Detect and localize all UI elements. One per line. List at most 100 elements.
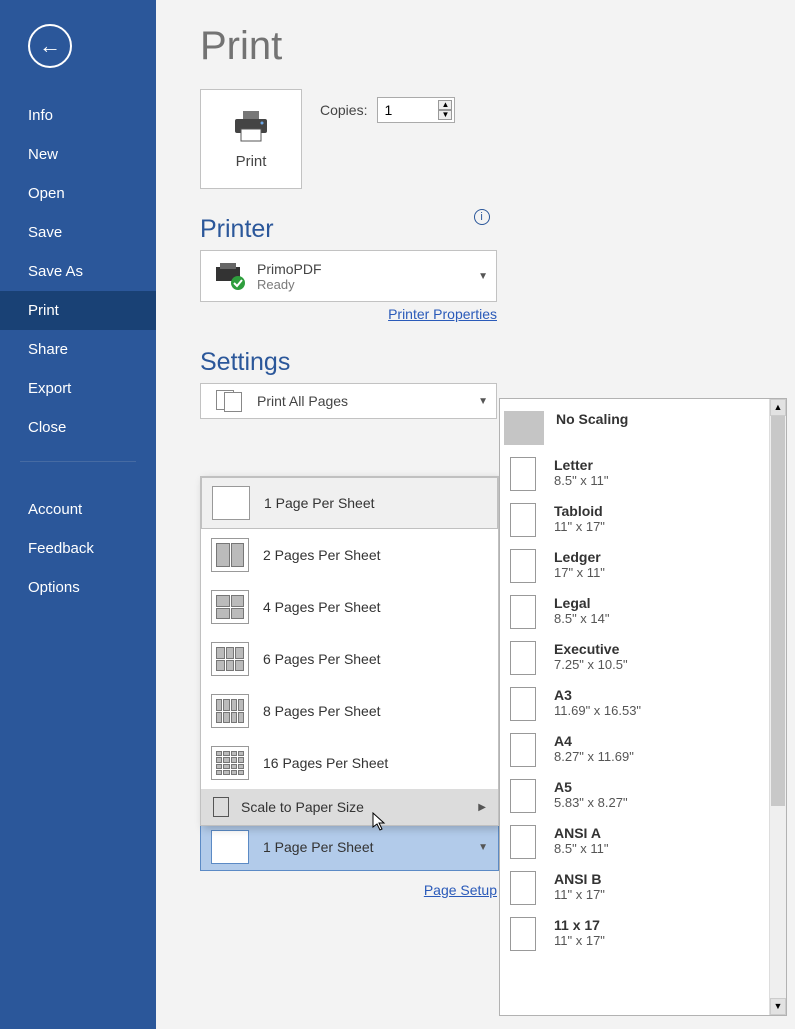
page-setup-link[interactable]: Page Setup [200,882,497,898]
pps-option[interactable]: 4 Pages Per Sheet [201,581,498,633]
nav-item-account[interactable]: Account [0,490,156,529]
pps-grid-icon [211,538,249,572]
copies-value: 1 [384,102,392,118]
paper-size-title: Letter [554,457,609,473]
pps-option-label: 6 Pages Per Sheet [263,651,381,667]
printer-icon [228,109,274,143]
paper-size-option[interactable]: Executive7.25" x 10.5" [500,635,769,681]
paper-size-title: A4 [554,733,634,749]
nav-item-share[interactable]: Share [0,330,156,369]
chevron-right-icon: ▶ [478,802,486,813]
paper-size-dimensions: 11" x 17" [554,887,605,902]
printer-properties-link[interactable]: Printer Properties [200,306,497,322]
copies-label: Copies: [320,102,367,118]
paper-size-option[interactable]: Tabloid11" x 17" [500,497,769,543]
print-what-label: Print All Pages [257,393,478,409]
paper-size-option[interactable]: A311.69" x 16.53" [500,681,769,727]
paper-size-dimensions: 5.83" x 8.27" [554,795,628,810]
arrow-left-icon: ← [39,33,61,59]
print-what-dropdown[interactable]: Print All Pages ▼ [200,383,497,419]
paper-size-title: Executive [554,641,628,657]
paper-size-option[interactable]: A55.83" x 8.27" [500,773,769,819]
pps-grid-icon [211,694,249,728]
paper-size-option[interactable]: Legal8.5" x 14" [500,589,769,635]
copies-input[interactable]: 1 ▲ ▼ [377,97,455,123]
paper-swatch-icon [510,871,536,905]
nav-divider [20,461,136,462]
copies-up-button[interactable]: ▲ [438,100,452,110]
paper-size-dimensions: 8.27" x 11.69" [554,749,634,764]
paper-size-title: Tabloid [554,503,605,519]
nav-item-info[interactable]: Info [0,96,156,135]
nav-item-save[interactable]: Save [0,213,156,252]
nav-item-open[interactable]: Open [0,174,156,213]
paper-size-dimensions: 8.5" x 11" [554,841,609,856]
back-button[interactable]: ← [28,24,72,68]
backstage-sidebar: ← InfoNewOpenSaveSave AsPrintShareExport… [0,0,156,1029]
paper-size-dimensions: 8.5" x 14" [554,611,610,626]
paper-size-option[interactable]: Ledger17" x 11" [500,543,769,589]
nav-item-options[interactable]: Options [0,568,156,607]
scale-to-paper-label: Scale to Paper Size [241,799,364,815]
paper-swatch-icon [510,595,536,629]
paper-size-option[interactable]: ANSI A8.5" x 11" [500,819,769,865]
paper-size-title: No Scaling [556,411,628,427]
paper-size-option[interactable]: No Scaling [500,405,769,451]
paper-size-option[interactable]: A48.27" x 11.69" [500,727,769,773]
nav-item-feedback[interactable]: Feedback [0,529,156,568]
pps-option[interactable]: 8 Pages Per Sheet [201,685,498,737]
paper-swatch-icon [510,503,536,537]
scroll-down-button[interactable]: ▼ [770,998,786,1015]
pps-option[interactable]: 2 Pages Per Sheet [201,529,498,581]
pps-option[interactable]: 6 Pages Per Sheet [201,633,498,685]
info-icon[interactable]: i [474,209,490,225]
pps-grid-icon [211,746,249,780]
printer-dropdown[interactable]: PrimoPDF Ready ▼ [200,250,497,302]
pps-option[interactable]: 16 Pages Per Sheet [201,737,498,789]
paper-size-title: A3 [554,687,641,703]
print-button[interactable]: Print [200,89,302,189]
paper-swatch-icon [510,825,536,859]
copies-down-button[interactable]: ▼ [438,110,452,120]
scroll-up-button[interactable]: ▲ [770,399,786,416]
paper-size-dimensions: 17" x 11" [554,565,605,580]
flyout-scrollbar[interactable]: ▲ ▼ [769,399,786,1015]
pps-grid-icon [211,642,249,676]
paper-swatch-icon [510,917,536,951]
pps-option-label: 2 Pages Per Sheet [263,547,381,563]
paper-swatch-icon [510,733,536,767]
paper-size-title: ANSI B [554,871,605,887]
paper-size-title: 11 x 17 [554,917,605,933]
printer-status: Ready [257,277,478,292]
paper-size-option[interactable]: 11 x 1711" x 17" [500,911,769,957]
nav-item-print[interactable]: Print [0,291,156,330]
printer-heading: Printer [200,215,274,244]
paper-size-option[interactable]: ANSI B11" x 17" [500,865,769,911]
paper-size-title: Ledger [554,549,605,565]
paper-size-dimensions: 11.69" x 16.53" [554,703,641,718]
pages-per-sheet-dropdown[interactable]: 1 Page Per Sheet ▼ [200,823,499,871]
paper-size-dimensions: 7.25" x 10.5" [554,657,628,672]
chevron-down-icon: ▼ [478,396,488,407]
scale-to-paper-size[interactable]: Scale to Paper Size ▶ [201,789,498,825]
nav-item-close[interactable]: Close [0,408,156,447]
paper-swatch-icon [510,687,536,721]
paper-swatch-icon [510,779,536,813]
nav-item-new[interactable]: New [0,135,156,174]
scroll-thumb[interactable] [771,416,785,806]
nav-item-save-as[interactable]: Save As [0,252,156,291]
paper-size-dimensions: 11" x 17" [554,519,605,534]
pps-option[interactable]: 1 Page Per Sheet [201,477,498,529]
paper-size-title: A5 [554,779,628,795]
paper-swatch-icon [510,549,536,583]
paper-size-dimensions: 11" x 17" [554,933,605,948]
nav-item-export[interactable]: Export [0,369,156,408]
page-outline-icon [213,797,229,817]
chevron-down-icon: ▼ [478,271,488,282]
paper-size-option[interactable]: Letter8.5" x 11" [500,451,769,497]
pps-option-label: 16 Pages Per Sheet [263,755,388,771]
pages-per-sheet-menu: 1 Page Per Sheet 2 Pages Per Sheet 4 Pages… [200,476,499,826]
page-icon [211,830,249,864]
pages-icon [209,385,251,417]
pps-option-label: 8 Pages Per Sheet [263,703,381,719]
